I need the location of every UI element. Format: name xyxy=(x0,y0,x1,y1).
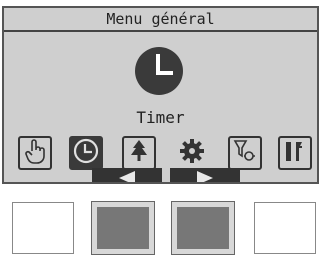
clock-large-icon xyxy=(134,46,184,96)
menu-item-energy-saving[interactable] xyxy=(122,136,156,170)
menu-item-maintenance[interactable] xyxy=(278,136,312,170)
filter-settings-icon xyxy=(232,138,258,168)
function-button-f2[interactable] xyxy=(91,201,155,255)
nav-right-button[interactable] xyxy=(170,168,240,182)
nav-left-button[interactable] xyxy=(92,168,162,182)
function-button-f3[interactable] xyxy=(171,201,235,255)
screen-title: Menu général xyxy=(4,8,317,32)
function-button-f1[interactable] xyxy=(12,202,74,254)
gear-icon xyxy=(179,138,205,168)
function-button-f4[interactable] xyxy=(254,202,316,254)
menu-item-operation[interactable] xyxy=(18,136,52,170)
menu-item-service[interactable] xyxy=(228,136,262,170)
clock-icon xyxy=(73,138,99,168)
right-arrow-icon xyxy=(196,170,214,182)
lcd-screen: Menu général Timer xyxy=(2,6,319,184)
tree-icon xyxy=(127,138,151,168)
hand-pointer-icon xyxy=(23,138,47,168)
remote-controller: Menu général Timer xyxy=(0,0,328,186)
menu-item-timer[interactable] xyxy=(69,136,103,170)
left-arrow-icon xyxy=(118,170,136,182)
tools-icon xyxy=(283,138,307,168)
menu-icons-row xyxy=(18,136,312,170)
menu-item-initial-setting[interactable] xyxy=(175,136,209,170)
selected-item-label: Timer xyxy=(136,108,185,127)
